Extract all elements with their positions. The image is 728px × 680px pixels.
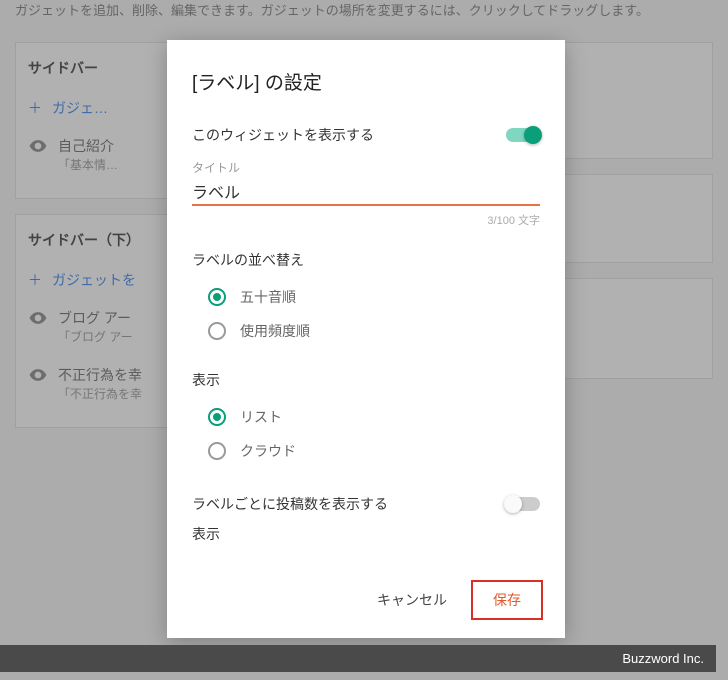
radio-label: リスト (240, 407, 282, 427)
radio-icon (208, 322, 226, 340)
modal-body[interactable]: このウィジェットを表示する タイトル 3/100 文字 ラベルの並べ替え 五十音… (167, 105, 565, 564)
show-widget-toggle[interactable] (506, 128, 540, 142)
post-count-toggle[interactable] (506, 497, 540, 511)
post-count-label: ラベルごとに投稿数を表示する (192, 494, 388, 514)
modal-title: [ラベル] の設定 (167, 40, 565, 105)
display-option-list[interactable]: リスト (208, 400, 540, 434)
title-input[interactable] (192, 176, 540, 206)
sort-option-freq[interactable]: 使用頻度順 (208, 314, 540, 348)
show-widget-label: このウィジェットを表示する (192, 125, 374, 145)
display-option-cloud[interactable]: クラウド (208, 434, 540, 468)
radio-icon (208, 408, 226, 426)
sort-option-alpha[interactable]: 五十音順 (208, 280, 540, 314)
radio-icon (208, 442, 226, 460)
save-button[interactable]: 保存 (471, 580, 543, 620)
label-settings-modal: [ラベル] の設定 このウィジェットを表示する タイトル 3/100 文字 ラベ… (167, 40, 565, 638)
radio-label: クラウド (240, 441, 296, 461)
char-count: 3/100 文字 (192, 212, 540, 228)
sort-section-title: ラベルの並べ替え (192, 250, 540, 270)
radio-label: 五十音順 (240, 287, 296, 307)
cancel-button[interactable]: キャンセル (371, 582, 453, 618)
watermark: Buzzword Inc. (0, 645, 716, 672)
display-section-title: 表示 (192, 370, 540, 390)
modal-footer: キャンセル 保存 (167, 564, 565, 638)
title-field-label: タイトル (192, 159, 540, 176)
show-section-title: 表示 (192, 524, 540, 544)
radio-label: 使用頻度順 (240, 321, 310, 341)
radio-icon (208, 288, 226, 306)
